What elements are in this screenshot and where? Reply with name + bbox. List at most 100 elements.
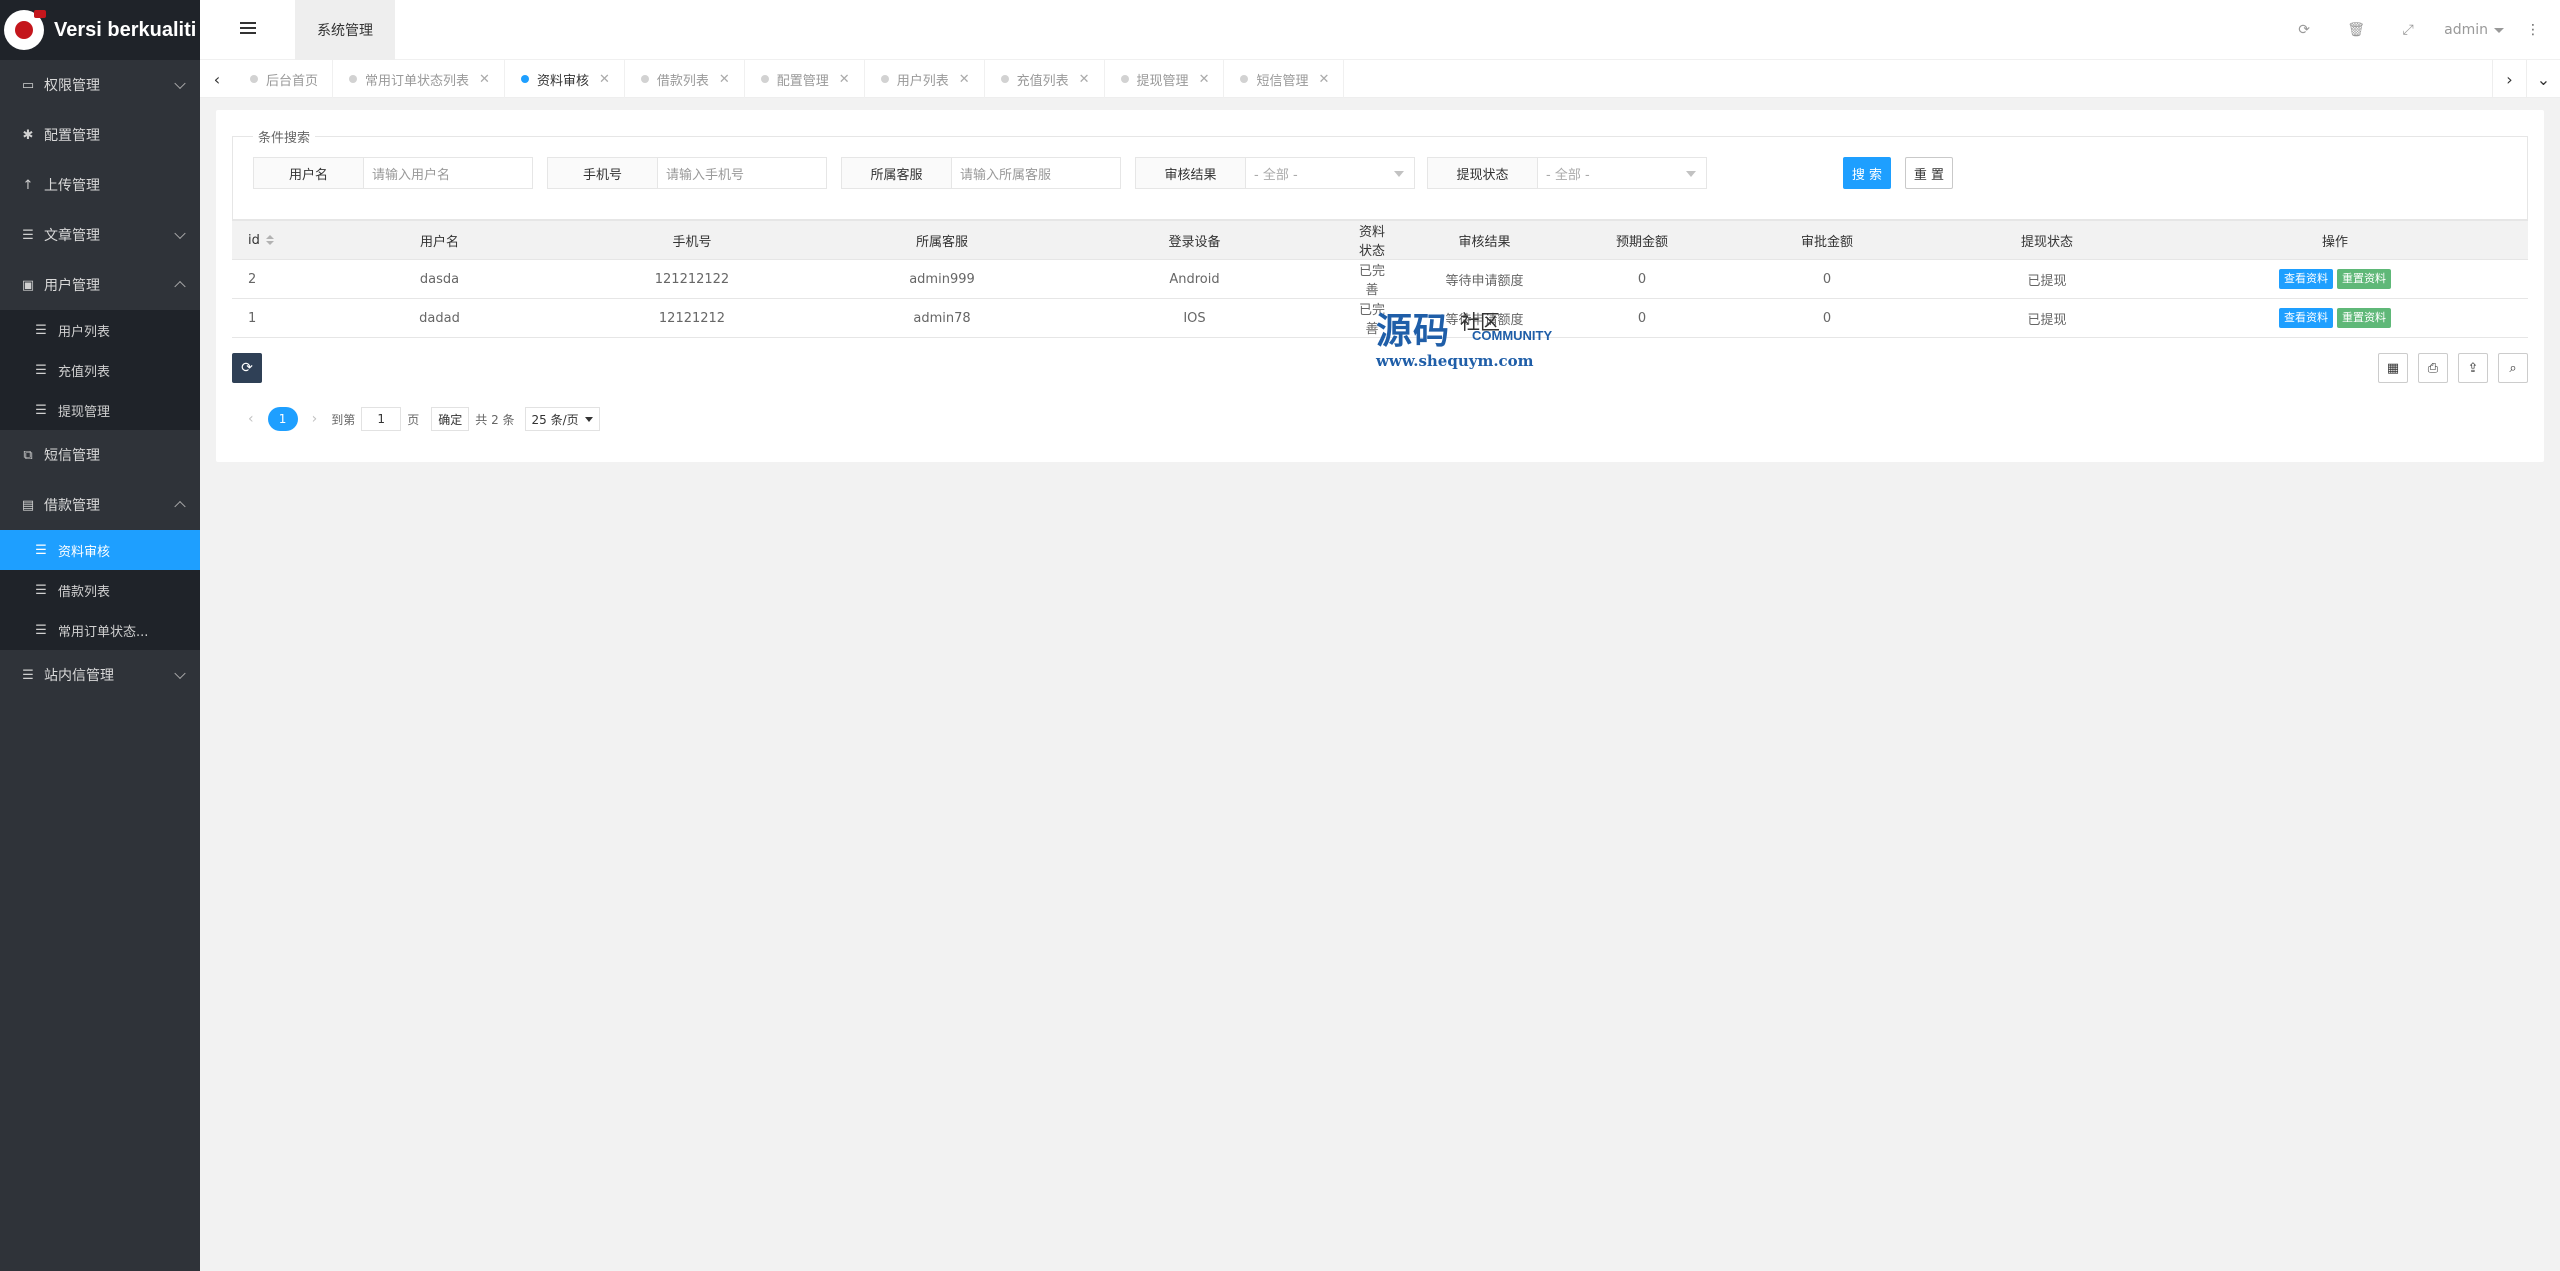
close-icon[interactable]: ✕ [599,72,610,87]
page-tabs-bar: ‹ 后台首页 常用订单状态列表 ✕ 资料审核 ✕ 借款列表 ✕ 配置管理 ✕ 用户列表 ✕… [200,60,2560,98]
header-tab-system[interactable]: 系统管理 [295,0,395,60]
prev-page-icon[interactable]: ‹ [240,411,262,427]
sidebar-subitem-data-review[interactable]: ☰ 资料审核 [0,530,200,570]
sidebar-item-sms[interactable]: ⧉ 短信管理 [0,430,200,480]
sidebar-subitem-withdraw[interactable]: ☰ 提现管理 [0,390,200,430]
withdraw-select-value: - 全部 - [1546,167,1590,183]
tab-recharge-list[interactable]: 充值列表 ✕ [985,60,1105,98]
cell-device: Android [1032,259,1357,299]
sidebar-item-permissions[interactable]: ▭ 权限管理 [0,60,200,110]
sidebar-item-label: 配置管理 [44,128,100,144]
close-icon[interactable]: ✕ [1079,72,1090,87]
sidebar-item-loans[interactable]: ▤ 借款管理 [0,480,200,530]
username-label: 用户名 [254,158,364,188]
sidebar-item-label: 文章管理 [44,228,100,244]
sidebar-item-articles[interactable]: ☰ 文章管理 [0,210,200,260]
tab-data-review[interactable]: 资料审核 ✕ [505,60,625,98]
withdraw-filter: 提现状态 - 全部 - [1427,157,1707,189]
tab-dot-icon [520,75,529,83]
tab-label: 后台首页 [266,73,319,89]
chevron-down-icon [174,667,186,680]
sidebar-item-upload[interactable]: ↑ 上传管理 [0,160,200,210]
close-icon[interactable]: ✕ [1318,72,1329,87]
sidebar-subitem-user-list[interactable]: ☰ 用户列表 [0,310,200,350]
col-username: 用户名 [347,220,532,260]
caret-down-icon [584,416,593,422]
menu-toggle-icon[interactable] [240,22,256,36]
tab-withdraw[interactable]: 提现管理 ✕ [1105,60,1225,98]
list-icon: ☰ [35,622,47,638]
page-unit: 页 [407,412,420,427]
phone-input[interactable]: 请输入手机号 [658,158,826,188]
close-icon[interactable]: ✕ [839,72,850,87]
close-icon[interactable]: ✕ [719,72,730,87]
cell-expected: 0 [1582,298,1702,338]
search-button[interactable]: 搜 索 [1843,157,1891,189]
sort-icon[interactable] [265,235,274,245]
tab-dot-icon [640,75,649,83]
audit-select[interactable]: - 全部 - [1246,158,1414,188]
more-vertical-icon[interactable]: ⋮ [2526,22,2540,38]
withdraw-label: 提现状态 [1428,158,1538,188]
reset-button[interactable]: 重 置 [1905,157,1953,189]
cell-approved: 0 [1702,298,1952,338]
col-withdraw: 提现状态 [1952,220,2142,260]
page-size-select[interactable]: 25 条/页 [524,407,600,431]
tabs-scroll-left-icon[interactable]: ‹ [200,60,234,98]
reset-info-button[interactable]: 重置资料 [2337,269,2391,289]
username-input[interactable]: 请输入用户名 [364,158,532,188]
cell-username: dasda [347,259,532,299]
withdraw-select[interactable]: - 全部 - [1538,158,1706,188]
total-count: 共 2 条 [475,412,515,427]
close-icon[interactable]: ✕ [479,72,490,87]
table-refresh-button[interactable]: ⟳ [232,353,262,383]
search-icon[interactable]: ⌕ [2498,353,2528,383]
close-icon[interactable]: ✕ [959,72,970,87]
next-page-icon[interactable]: › [304,411,326,427]
audit-filter: 审核结果 - 全部 - [1135,157,1415,189]
tab-loan-list[interactable]: 借款列表 ✕ [625,60,745,98]
tab-home[interactable]: 后台首页 [234,60,334,98]
view-info-button[interactable]: 查看资料 [2279,308,2333,328]
table-tools: ▦ ⎙ ⇪ ⌕ [2378,353,2528,383]
loans-submenu: ☰ 资料审核 ☰ 借款列表 ☰ 常用订单状态... [0,530,200,650]
fullscreen-icon[interactable]: ⤢ [2382,22,2434,38]
cell-actions: 查看资料 重置资料 [2142,298,2528,338]
current-page[interactable]: 1 [267,407,298,431]
sidebar-subitem-recharge-list[interactable]: ☰ 充值列表 [0,350,200,390]
cell-id: 2 [232,259,347,299]
sidebar-item-config[interactable]: ✱ 配置管理 [0,110,200,160]
user-menu[interactable]: admin [2444,22,2504,38]
sidebar-subitem-loan-list[interactable]: ☰ 借款列表 [0,570,200,610]
col-info-status: 资料状态 [1357,220,1387,260]
sidebar-subitem-order-status[interactable]: ☰ 常用订单状态... [0,610,200,650]
chevron-down-icon [174,227,186,240]
export-icon[interactable]: ⇪ [2458,353,2488,383]
caret-down-icon [1394,171,1404,177]
header-tools: ⟳ 🗑 ⤢ admin ⋮ [2278,0,2540,60]
tab-order-status[interactable]: 常用订单状态列表 ✕ [333,60,505,98]
logo-text: Versi berkualiti [54,18,197,41]
close-icon[interactable]: ✕ [1199,72,1210,87]
tab-config[interactable]: 配置管理 ✕ [745,60,865,98]
view-info-button[interactable]: 查看资料 [2279,269,2333,289]
tab-user-list[interactable]: 用户列表 ✕ [865,60,985,98]
tabs-scroll-right-icon[interactable]: › [2492,60,2526,98]
tab-dot-icon [880,75,889,83]
sidebar-item-inbox[interactable]: ☰ 站内信管理 [0,650,200,700]
reset-info-button[interactable]: 重置资料 [2337,308,2391,328]
refresh-icon[interactable]: ⟳ [2278,22,2330,38]
agent-input[interactable]: 请输入所属客服 [952,158,1120,188]
goto-confirm-button[interactable]: 确定 [431,407,470,431]
columns-icon[interactable]: ▦ [2378,353,2408,383]
subitem-label: 提现管理 [58,404,111,420]
tabs-menu-chevron-down-icon[interactable]: ⌄ [2526,60,2560,98]
sidebar-item-users[interactable]: ▣ 用户管理 [0,260,200,310]
page-input[interactable]: 1 [361,407,402,431]
tab-sms[interactable]: 短信管理 ✕ [1224,60,1345,98]
print-icon[interactable]: ⎙ [2418,353,2448,383]
trash-icon[interactable]: 🗑 [2330,22,2382,38]
users-submenu: ☰ 用户列表 ☰ 充值列表 ☰ 提现管理 [0,310,200,430]
col-id[interactable]: id [232,220,347,260]
phone-label: 手机号 [548,158,658,188]
